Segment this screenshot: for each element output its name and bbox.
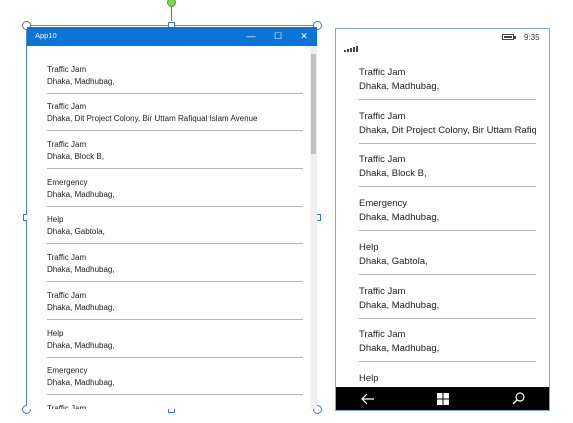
item-address: Dhaka, Dit Project Colony, Bir Uttam Raf… (359, 125, 536, 136)
item-type: Emergency (47, 366, 88, 375)
list-item[interactable]: Help (359, 373, 536, 387)
back-arrow-icon (361, 393, 374, 405)
item-type: Traffic Jam (47, 65, 87, 74)
list-item[interactable]: Emergency Dhaka, Madhubag, (47, 178, 303, 207)
item-type: Traffic Jam (359, 329, 406, 340)
item-address: Dhaka, Block B, (359, 168, 427, 179)
phone-status-bar: 9:35 (336, 29, 549, 52)
item-address: Dhaka, Madhubag, (47, 77, 115, 86)
item-address: Dhaka, Madhubag, (359, 212, 440, 223)
phone-emulator: 9:35 Traffic Jam Dhaka, Madhubag, Traffi… (335, 28, 550, 411)
rotate-handle-line (171, 6, 172, 21)
battery-tip (514, 36, 516, 39)
maximize-button[interactable]: ☐ (270, 29, 286, 44)
item-address: Dhaka, Gabtola, (47, 227, 105, 236)
search-button[interactable] (493, 387, 543, 410)
list-item[interactable]: Traffic Jam Dhaka, Block B, (359, 154, 536, 187)
list-item[interactable]: Traffic Jam Dhaka, Madhubag, (359, 286, 536, 319)
list-item[interactable]: Traffic Jam Dhaka, Dit Project Colony, B… (47, 102, 303, 131)
list-item[interactable]: Traffic Jam Dhaka, Madhubag, (359, 329, 536, 362)
list-item[interactable]: Traffic Jam Dhaka, Madhubag, (47, 291, 303, 320)
list-item[interactable]: Help Dhaka, Gabtola, (359, 242, 536, 275)
item-address: Dhaka, Block B, (47, 152, 104, 161)
list-item[interactable]: Emergency Dhaka, Madhubag, (359, 198, 536, 231)
list-item[interactable]: Traffic Jam (47, 404, 303, 409)
back-button[interactable] (343, 387, 393, 410)
item-type: Traffic Jam (47, 140, 87, 149)
item-address: Dhaka, Madhubag, (47, 265, 115, 274)
item-address: Dhaka, Madhubag, (47, 303, 115, 312)
list-item[interactable]: Emergency Dhaka, Madhubag, (47, 366, 303, 395)
item-address: Dhaka, Madhubag, (47, 378, 115, 387)
item-address: Dhaka, Madhubag, (47, 341, 115, 350)
item-address: Dhaka, Madhubag, (47, 190, 115, 199)
windows-logo-icon (437, 393, 449, 405)
item-type: Traffic Jam (359, 111, 406, 122)
item-type: Help (47, 329, 64, 338)
item-type: Help (47, 215, 64, 224)
item-type: Traffic Jam (359, 154, 406, 165)
item-type: Traffic Jam (47, 291, 87, 300)
item-type: Help (359, 373, 379, 384)
item-type: Traffic Jam (359, 67, 406, 78)
item-address: Dhaka, Madhubag, (359, 343, 440, 354)
item-type: Traffic Jam (47, 253, 87, 262)
battery-icon (502, 34, 514, 40)
home-button[interactable] (418, 387, 468, 410)
item-type: Traffic Jam (47, 102, 87, 111)
list-item[interactable]: Traffic Jam Dhaka, Block B, (47, 140, 303, 169)
item-type: Traffic Jam (359, 286, 406, 297)
list-item[interactable]: Traffic Jam Dhaka, Madhubag, (359, 67, 536, 100)
window-title: App10 (35, 31, 57, 40)
close-button[interactable]: ✕ (296, 29, 312, 44)
phone-list: Traffic Jam Dhaka, Madhubag, Traffic Jam… (336, 46, 549, 387)
list-item[interactable]: Traffic Jam Dhaka, Dit Project Colony, B… (359, 111, 536, 144)
status-time: 9:35 (524, 33, 540, 42)
window-titlebar[interactable]: App10 — ☐ ✕ (27, 27, 317, 46)
item-type: Help (359, 242, 379, 253)
minimize-button[interactable]: — (243, 29, 259, 44)
item-address: Dhaka, Madhubag, (359, 81, 440, 92)
rotate-handle[interactable] (167, 0, 176, 7)
item-type: Emergency (47, 178, 88, 187)
search-icon (512, 392, 525, 405)
item-address: Dhaka, Madhubag, (359, 300, 440, 311)
vertical-scrollbar[interactable] (310, 46, 317, 409)
phone-nav-bar (336, 387, 549, 410)
window-content: Traffic Jam Dhaka, Madhubag, Traffic Jam… (27, 46, 317, 409)
list-item[interactable]: Help Dhaka, Madhubag, (47, 329, 303, 358)
item-address: Dhaka, Gabtola, (359, 256, 428, 267)
list-item[interactable]: Traffic Jam Dhaka, Madhubag, (47, 253, 303, 282)
item-address: Dhaka, Dit Project Colony, Bir Uttam Raf… (47, 114, 258, 123)
item-type: Traffic Jam (47, 404, 87, 409)
item-type: Emergency (359, 198, 408, 209)
list-item[interactable]: Help Dhaka, Gabtola, (47, 215, 303, 244)
list-item[interactable]: Traffic Jam Dhaka, Madhubag, (47, 65, 303, 94)
app-window: App10 — ☐ ✕ Traffic Jam Dhaka, Madhubag,… (27, 27, 317, 409)
scrollbar-thumb[interactable] (311, 54, 316, 154)
